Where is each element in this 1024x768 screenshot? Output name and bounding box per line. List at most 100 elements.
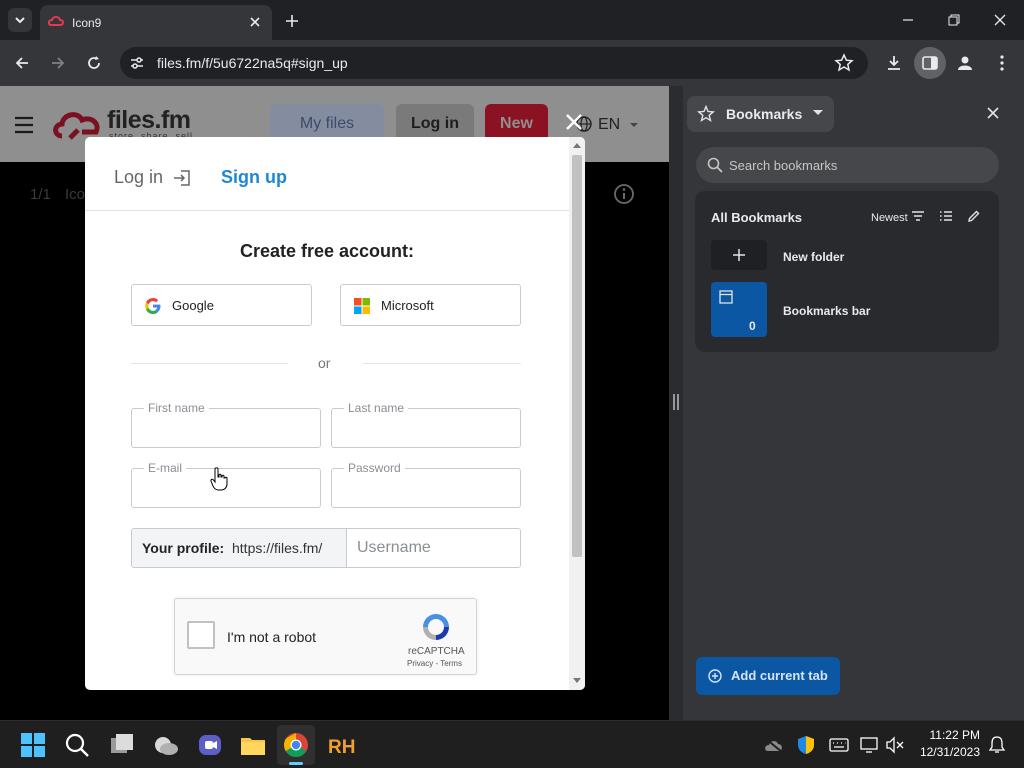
windows-start-icon[interactable] (19, 731, 47, 759)
recaptcha-links[interactable]: Privacy - Terms (407, 659, 462, 668)
url-text[interactable]: files.fm/f/5u6722na5q#sign_up (157, 55, 348, 71)
add-current-tab-button[interactable]: Add current tab (696, 657, 840, 695)
side-panel-button[interactable] (914, 47, 946, 79)
language-dropdown-icon[interactable] (628, 121, 640, 129)
profile-icon[interactable] (955, 53, 975, 73)
scroll-up-icon[interactable] (573, 142, 581, 148)
sort-filter-icon[interactable] (911, 210, 925, 222)
chrome-taskbar-button[interactable] (277, 725, 315, 765)
download-icon[interactable] (884, 53, 904, 73)
restore-icon[interactable] (944, 10, 964, 30)
last-name-field[interactable]: Last name (331, 401, 521, 448)
scrollbar-thumb[interactable] (572, 155, 582, 557)
resize-grip-icon (673, 394, 679, 410)
hamburger-menu-icon[interactable] (14, 116, 34, 134)
side-panel-icon (922, 56, 938, 70)
file-explorer-icon[interactable] (239, 731, 267, 759)
new-folder-label[interactable]: New folder (783, 249, 844, 265)
display-icon[interactable] (860, 736, 880, 754)
login-arrow-icon[interactable] (172, 168, 192, 188)
plus-icon (733, 249, 745, 261)
tab-strip: Icon9 (0, 0, 1024, 40)
onedrive-offline-icon[interactable] (764, 737, 784, 753)
folder-square-icon (719, 290, 733, 304)
recaptcha-label: I'm not a robot (227, 629, 317, 645)
new-folder-button[interactable] (711, 240, 767, 270)
bookmark-star-icon[interactable] (834, 53, 854, 73)
chrome-icon (284, 733, 308, 758)
chevron-down-icon (15, 17, 25, 24)
bookmarks-search[interactable]: Search bookmarks (696, 147, 999, 183)
panel-selector[interactable]: Bookmarks (687, 96, 834, 132)
microsoft-signin-button[interactable]: Microsoft (340, 284, 521, 326)
password-label: Password (344, 461, 405, 475)
recaptcha-checkbox[interactable] (187, 621, 215, 649)
panel-dropdown-icon (813, 110, 823, 115)
panel-title: Bookmarks (726, 106, 803, 122)
first-name-label: First name (144, 401, 209, 415)
last-name-label: Last name (344, 401, 409, 415)
teams-chat-icon[interactable] (196, 731, 224, 759)
clock-date[interactable]: 12/31/2023 (916, 745, 980, 759)
back-arrow-icon[interactable] (12, 53, 32, 73)
bookmarks-search-placeholder: Search bookmarks (729, 158, 838, 173)
minimize-icon[interactable] (898, 10, 918, 30)
edit-pencil-icon[interactable] (967, 209, 981, 223)
tab-close-icon[interactable] (246, 13, 264, 31)
list-view-icon[interactable] (939, 210, 953, 222)
profile-prefix-box: Your profile: https://files.fm/ (132, 529, 347, 567)
keyboard-icon[interactable] (829, 737, 849, 753)
first-name-field[interactable]: First name (131, 401, 321, 448)
modal-heading: Create free account: (239, 241, 415, 261)
panel-resize-divider[interactable] (669, 86, 683, 720)
tab-title: Icon9 (72, 16, 102, 30)
security-shield-icon[interactable] (797, 735, 815, 755)
svg-text:RH: RH (328, 737, 355, 758)
or-divider-left (131, 363, 288, 364)
search-icon (707, 157, 723, 173)
notification-bell-icon[interactable] (988, 735, 1006, 755)
reload-icon[interactable] (84, 53, 104, 73)
volume-muted-icon[interactable] (885, 736, 905, 754)
address-bar[interactable]: files.fm/f/5u6722na5q#sign_up (120, 47, 868, 79)
modal-close-icon[interactable] (563, 111, 585, 133)
or-divider-text: or (318, 355, 331, 371)
info-icon[interactable] (613, 183, 635, 205)
widgets-weather-icon[interactable] (152, 731, 180, 759)
forward-arrow-icon[interactable] (48, 53, 68, 73)
tab-login[interactable]: Log in (114, 167, 163, 188)
microsoft-logo-icon (354, 298, 370, 314)
profile-url-group: Your profile: https://files.fm/ Username (131, 528, 521, 568)
panel-close-icon[interactable] (984, 104, 1002, 122)
bookmarks-side-panel: Bookmarks Search bookmarks All Bookmarks… (683, 86, 1024, 720)
files-fm-favicon-icon (48, 16, 64, 26)
tab-signup[interactable]: Sign up (221, 167, 287, 188)
bookmarks-bar-label[interactable]: Bookmarks bar (783, 303, 870, 319)
google-button-label: Google (172, 298, 214, 313)
modal-scrollbar[interactable] (569, 137, 585, 690)
bookmarks-bar-folder[interactable]: 0 (711, 282, 767, 337)
profile-prefix: https://files.fm/ (232, 540, 323, 556)
sort-label[interactable]: Newest (871, 210, 908, 226)
active-app-indicator (289, 762, 303, 765)
site-settings-icon[interactable] (128, 54, 146, 72)
taskbar-search-icon[interactable] (63, 731, 91, 759)
scroll-down-icon[interactable] (573, 678, 581, 684)
new-tab-plus-icon[interactable] (282, 11, 302, 31)
password-field[interactable]: Password (331, 461, 521, 508)
browser-tab[interactable]: Icon9 (40, 5, 272, 40)
recaptcha-widget: I'm not a robot reCAPTCHA Privacy - Term… (174, 598, 477, 675)
menu-kebab-icon[interactable] (992, 53, 1012, 73)
google-signin-button[interactable]: Google (131, 284, 312, 326)
task-view-icon[interactable] (108, 731, 136, 759)
window-close-icon[interactable] (990, 10, 1010, 30)
clock-time[interactable]: 11:22 PM (920, 728, 980, 742)
rh-app-icon[interactable]: RH (327, 731, 355, 759)
hand-cursor-icon (210, 467, 228, 491)
folder-item-count: 0 (749, 319, 756, 333)
signup-modal: Log in Sign up Create free account: Goog… (85, 137, 585, 690)
tab-search-button[interactable] (8, 8, 32, 32)
language-selector[interactable]: EN (598, 116, 620, 134)
email-label: E-mail (144, 461, 187, 475)
username-input[interactable]: Username (357, 539, 431, 557)
